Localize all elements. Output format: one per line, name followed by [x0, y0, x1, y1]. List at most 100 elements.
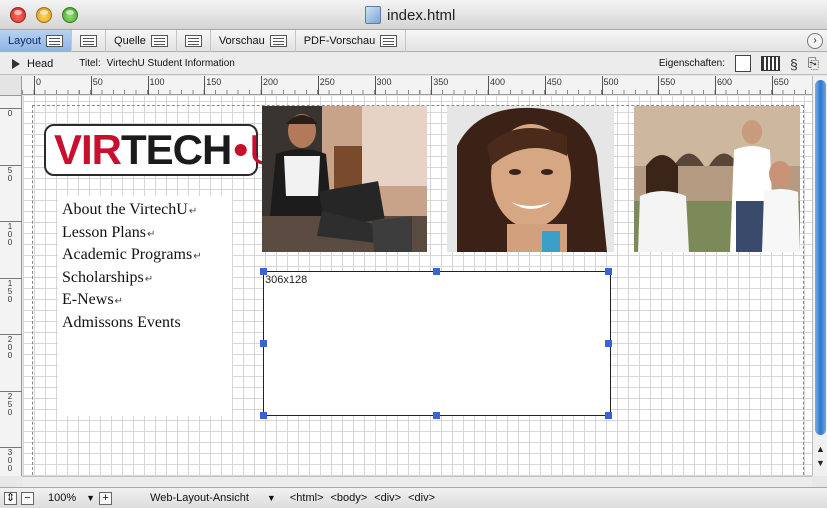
tab-pdf-preview-label: PDF-Vorschau [303, 34, 376, 47]
ruler-label: 650 [773, 77, 789, 87]
ruler-label: 450 [546, 77, 562, 87]
logo-dot: • [233, 126, 248, 173]
ruler-label: 3 0 0 [7, 448, 13, 473]
resize-handle[interactable] [260, 340, 267, 347]
tab-preview[interactable]: Vorschau [211, 29, 296, 52]
nav-item-scholarships[interactable]: Scholarships↵ [62, 268, 232, 291]
resize-handle[interactable] [605, 412, 612, 419]
logo-text-tech: TECH [121, 126, 232, 173]
ruler-label: 600 [717, 77, 733, 87]
image-placeholder[interactable]: 306x128 [263, 271, 611, 416]
view-mode-bar: Layout Quelle Vorschau PDF-Vorschau › [0, 29, 827, 52]
head-bar: Head Titel: VirtechU Student Information… [0, 53, 827, 75]
resize-handle[interactable] [605, 340, 612, 347]
vertical-scrollbar[interactable]: ▲ ▼ [812, 76, 827, 476]
link-icon[interactable]: § [790, 56, 798, 72]
ruler-label: 500 [603, 77, 619, 87]
tab-pdf-preview[interactable]: PDF-Vorschau [296, 29, 407, 52]
zoom-out-button[interactable]: − [21, 491, 34, 505]
object-menu-icon[interactable]: ⎘ [808, 55, 819, 72]
vertical-ruler: 0 5 0 1 0 0 1 5 0 2 0 0 2 5 0 3 0 0 [0, 96, 22, 476]
photo-student-laptop[interactable] [262, 106, 427, 252]
tab-split[interactable] [72, 29, 107, 52]
zoom-window-icon[interactable] [62, 7, 78, 23]
ruler-label: 1 0 0 [7, 222, 13, 247]
view-mode-dropdown-icon[interactable]: ▼ [267, 493, 276, 503]
nav-item-admissions-events[interactable]: Admissons Events [62, 313, 232, 336]
zoom-dropdown-icon[interactable]: ▼ [86, 493, 95, 503]
ruler-label: 0 [7, 109, 13, 118]
placeholder-size-label: 306x128 [265, 274, 308, 286]
ruler-corner [0, 76, 22, 96]
ruler-label: 400 [490, 77, 506, 87]
html-document-icon [365, 6, 381, 24]
tab-layout-label: Layout [8, 34, 42, 47]
source-view-icon [150, 34, 168, 47]
ruler-label: 250 [319, 77, 335, 87]
properties-group: Eigenschaften: § ⎘ [659, 55, 819, 72]
virtechu-logo[interactable]: VIRTECH•U [44, 124, 279, 176]
disclosure-triangle-icon[interactable] [12, 58, 20, 69]
close-window-icon[interactable] [10, 7, 26, 23]
title-bar: index.html [0, 0, 827, 30]
tag-path: <html> <body> <div> <div> [290, 492, 435, 504]
view-mode-select[interactable]: Web-Layout-Ansicht [150, 492, 249, 504]
resize-handle[interactable] [433, 412, 440, 419]
ruler-label: 550 [660, 77, 676, 87]
ruler-label: 50 [92, 77, 103, 87]
horizontal-ruler: 0 50 100 150 200 250 300 350 400 450 500 550 600 650 [22, 76, 819, 95]
horizontal-scrollbar[interactable] [22, 476, 812, 487]
title-field-value[interactable]: VirtechU Student Information [107, 58, 235, 69]
head-label: Head [27, 57, 54, 70]
outline-view-icon [184, 34, 202, 47]
window-title-text: index.html [387, 6, 456, 24]
ruler-label: 2 0 0 [7, 335, 13, 360]
minimize-window-icon[interactable] [36, 7, 52, 23]
nav-item-e-news[interactable]: E-News↵ [62, 290, 232, 313]
ruler-label: 150 [206, 77, 222, 87]
tag-path-item[interactable]: <div> [408, 492, 435, 504]
tag-path-item[interactable]: <div> [374, 492, 401, 504]
scroll-down-arrow-icon[interactable]: ▼ [816, 458, 825, 468]
status-bar: ⇕ − 100% ▼ + Web-Layout-Ansicht ▼ <html>… [0, 487, 827, 508]
resize-handle[interactable] [260, 412, 267, 419]
ruler-label: 1 5 0 [7, 278, 13, 304]
tag-path-item[interactable]: <body> [330, 492, 367, 504]
nav-item-lesson-plans[interactable]: Lesson Plans↵ [62, 223, 232, 246]
zoom-stepper-icon[interactable]: ⇕ [4, 491, 17, 505]
resize-handle[interactable] [605, 268, 612, 275]
nav-item-academic-programs[interactable]: Academic Programs↵ [62, 245, 232, 268]
split-view-icon [80, 34, 98, 47]
ruler-label: 350 [433, 77, 449, 87]
tab-layout[interactable]: Layout [0, 29, 73, 52]
scroll-up-arrow-icon[interactable]: ▲ [816, 444, 825, 454]
navigation-text-box[interactable]: About the VirtechU↵ Lesson Plans↵ Academ… [58, 196, 232, 416]
tag-path-item[interactable]: <html> [290, 492, 324, 504]
scroll-thumb[interactable] [815, 80, 826, 435]
properties-label: Eigenschaften: [658, 58, 725, 69]
resize-handle[interactable] [260, 268, 267, 275]
title-field-label: Titel: [79, 58, 101, 69]
zoom-in-button[interactable]: + [99, 491, 113, 505]
window-title: index.html [365, 6, 455, 24]
film-strip-icon[interactable] [761, 56, 780, 71]
ruler-label: 5 0 [7, 165, 13, 183]
zoom-level[interactable]: 100% [48, 492, 76, 504]
photo-student-smiling[interactable] [447, 106, 614, 252]
preview-view-icon [269, 34, 287, 47]
toolbar-toggle-icon[interactable]: › [807, 33, 823, 49]
ruler-label: 200 [263, 77, 279, 87]
ruler-label: 300 [376, 77, 392, 87]
resize-handle[interactable] [433, 268, 440, 275]
layout-view-icon [46, 34, 64, 47]
tab-source[interactable]: Quelle [106, 29, 177, 52]
pdf-preview-icon [380, 34, 398, 47]
tab-outline[interactable] [177, 29, 211, 52]
logo-text-vir: VIR [54, 126, 122, 173]
tab-source-label: Quelle [114, 34, 146, 47]
photo-students-campus[interactable] [634, 106, 800, 252]
ruler-label: 100 [149, 77, 165, 87]
page-properties-icon[interactable] [735, 55, 751, 72]
ruler-label: 0 [36, 77, 42, 87]
nav-item-about[interactable]: About the VirtechU↵ [62, 200, 232, 223]
